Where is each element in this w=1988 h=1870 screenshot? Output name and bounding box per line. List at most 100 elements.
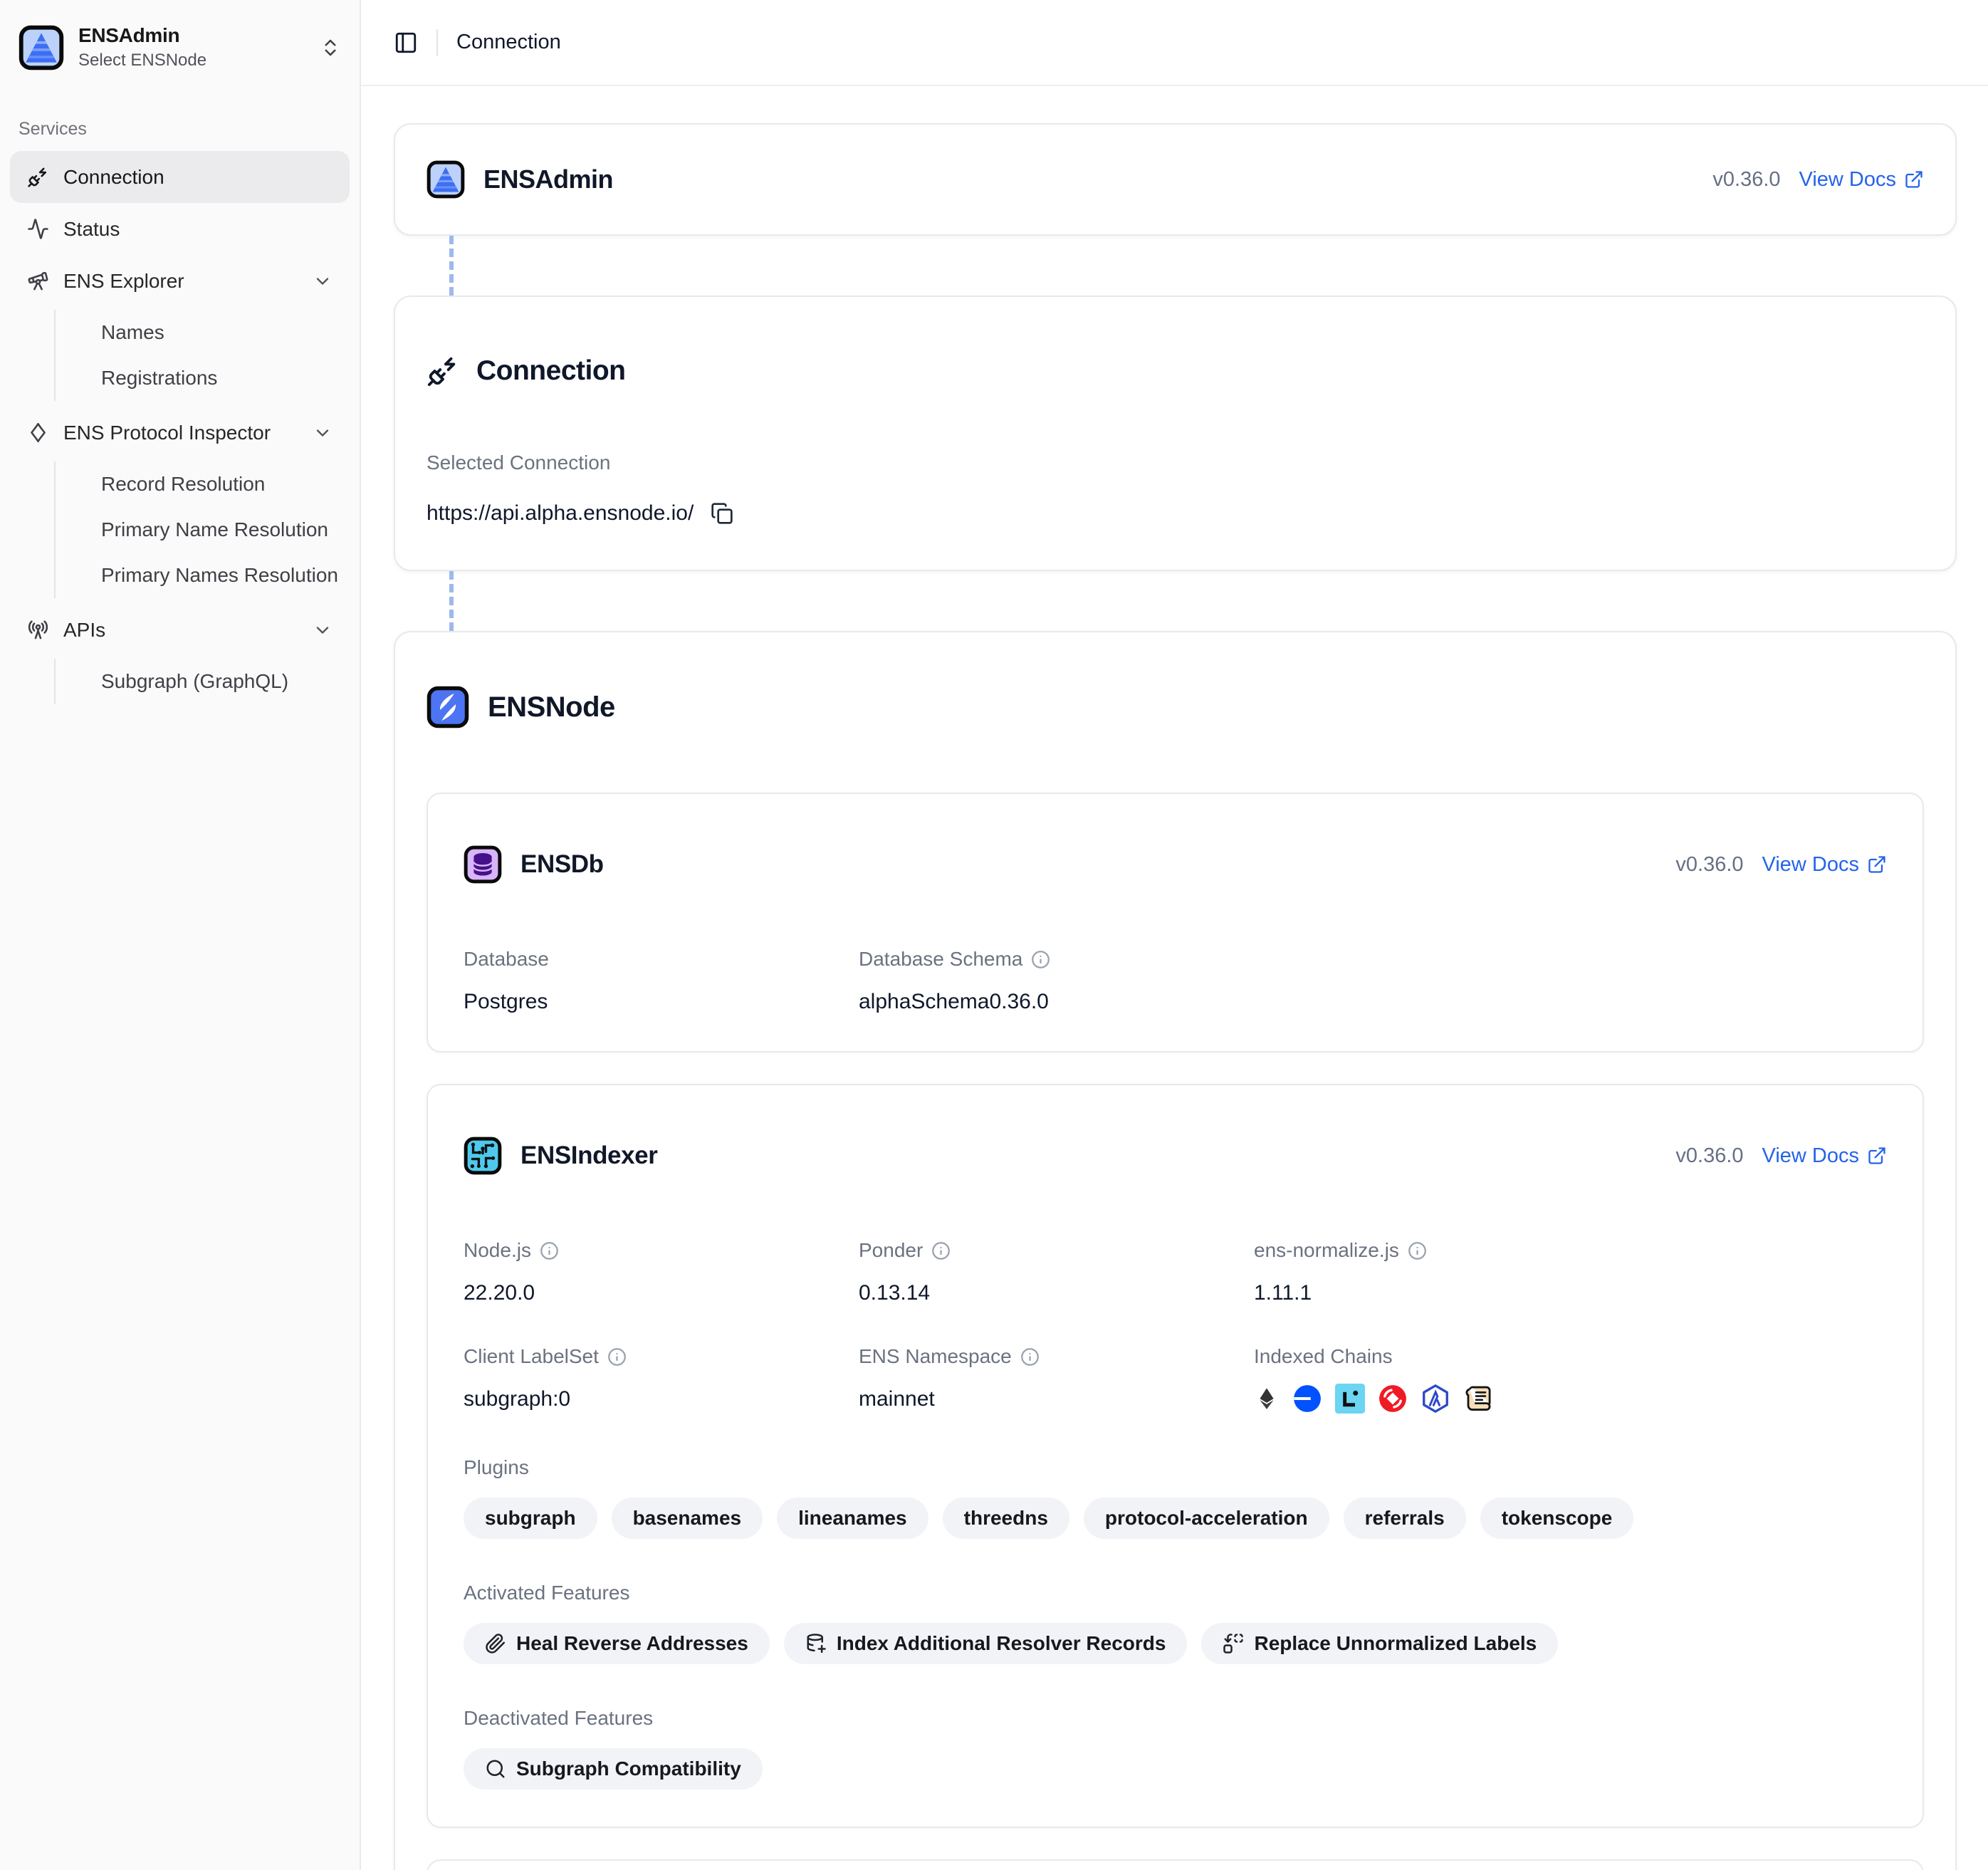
- ensnode-logo: [427, 686, 469, 728]
- plug-zap-icon: [27, 166, 49, 188]
- plug-zap-icon: [427, 355, 459, 387]
- sidebar-item-record-resolution[interactable]: Record Resolution: [56, 461, 350, 507]
- copy-icon[interactable]: [711, 502, 733, 525]
- section-title: Connection: [476, 355, 625, 387]
- replace-icon: [1223, 1633, 1244, 1654]
- sidebar: ENSAdmin Select ENSNode Services Connect…: [0, 0, 361, 1870]
- app-root: ENSAdmin Select ENSNode Services Connect…: [0, 0, 1988, 1870]
- app-name: ENSAdmin: [78, 24, 206, 47]
- feature-badge: Index Additional Resolver Records: [784, 1623, 1188, 1664]
- connection-url: https://api.alpha.ensnode.io/: [427, 501, 694, 526]
- sidebar-item-ens-explorer[interactable]: ENS Explorer: [10, 255, 350, 307]
- info-icon[interactable]: [607, 1347, 627, 1367]
- field-client-labelset: Client LabelSet subgraph:0: [464, 1345, 859, 1411]
- card-title: ENSDb: [520, 850, 604, 879]
- chevron-down-icon[interactable]: [313, 423, 333, 443]
- sidebar-item-ens-protocol-inspector[interactable]: ENS Protocol Inspector: [10, 407, 350, 459]
- app-subtitle: Select ENSNode: [78, 51, 206, 70]
- chain-icon-scroll: [1463, 1384, 1493, 1414]
- sidebar-item-registrations[interactable]: Registrations: [56, 355, 350, 401]
- feature-badge: Heal Reverse Addresses: [464, 1623, 770, 1664]
- card-title: ENSIndexer: [520, 1142, 657, 1170]
- connector-line: [449, 236, 454, 296]
- ens-diamond-icon: [27, 422, 49, 444]
- view-docs-link[interactable]: View Docs: [1762, 853, 1887, 877]
- apis-subnav: Subgraph (GraphQL): [54, 659, 350, 704]
- plugin-badge: protocol-acceleration: [1084, 1498, 1329, 1539]
- field-indexed-chains: Indexed Chains: [1254, 1345, 1887, 1414]
- info-icon[interactable]: [1020, 1347, 1040, 1367]
- connection-card: Connection Selected Connection https://a…: [394, 296, 1957, 571]
- ensdb-logo: [464, 845, 502, 884]
- field-value: Postgres: [464, 990, 859, 1014]
- external-link-icon: [1867, 1146, 1887, 1166]
- plugins-block: Plugins subgraph basenames lineanames th…: [464, 1456, 1887, 1539]
- info-icon[interactable]: [540, 1241, 559, 1260]
- plugin-badge: threedns: [943, 1498, 1069, 1539]
- section-title: ENSNode: [488, 691, 615, 724]
- chain-icon-optimism: [1378, 1384, 1408, 1414]
- sidebar-nav: Connection Status ENS Explorer Names Reg…: [10, 151, 350, 710]
- page-content: ENSAdmin v0.36.0 View Docs Connection S: [361, 86, 1988, 1870]
- view-docs-link[interactable]: View Docs: [1799, 168, 1924, 192]
- ensadmin-logo: [427, 160, 465, 199]
- external-link-icon: [1867, 855, 1887, 874]
- ens-explorer-subnav: Names Registrations: [54, 310, 350, 401]
- chevron-down-icon[interactable]: [313, 271, 333, 291]
- info-icon[interactable]: [931, 1241, 951, 1260]
- field-ens-namespace: ENS Namespace mainnet: [859, 1345, 1254, 1411]
- ensadmin-card: ENSAdmin v0.36.0 View Docs: [394, 123, 1957, 236]
- sidebar-item-names[interactable]: Names: [56, 310, 350, 355]
- chain-icon-linea: [1335, 1384, 1365, 1414]
- field-ens-normalize: ens-normalize.js 1.11.1: [1254, 1239, 1887, 1305]
- chain-icon-base: [1292, 1384, 1322, 1414]
- card-title: ENSAdmin: [483, 164, 613, 194]
- deactivated-features-block: Deactivated Features Subgraph Compatibil…: [464, 1707, 1887, 1790]
- chevron-down-icon[interactable]: [313, 620, 333, 640]
- topbar: Connection: [361, 0, 1988, 86]
- ensrainbow-card: ENSRainbow v0.36.0 View Docs: [427, 1859, 1924, 1870]
- paperclip-icon: [485, 1633, 506, 1654]
- external-link-icon: [1904, 169, 1924, 189]
- plugin-badge: referrals: [1344, 1498, 1466, 1539]
- info-icon[interactable]: [1408, 1241, 1427, 1260]
- sidebar-item-primary-name-resolution[interactable]: Primary Name Resolution: [56, 507, 350, 553]
- view-docs-link[interactable]: View Docs: [1762, 1144, 1887, 1168]
- plugin-badge: tokenscope: [1480, 1498, 1634, 1539]
- services-section-label: Services: [10, 119, 350, 140]
- topbar-divider: [436, 29, 438, 56]
- selected-connection-label: Selected Connection: [427, 451, 1924, 474]
- main-area: Connection ENSAdmin: [361, 0, 1988, 1870]
- version-badge: v0.36.0: [1675, 1144, 1743, 1168]
- sidebar-item-primary-names-resolution[interactable]: Primary Names Resolution: [56, 553, 350, 598]
- sidebar-item-connection[interactable]: Connection: [10, 151, 350, 203]
- sidebar-item-apis[interactable]: APIs: [10, 604, 350, 656]
- deactivated-features-label: Deactivated Features: [464, 1707, 653, 1730]
- protocol-inspector-subnav: Record Resolution Primary Name Resolutio…: [54, 461, 350, 598]
- ensnode-selector[interactable]: ENSAdmin Select ENSNode: [10, 19, 350, 76]
- plugins-list: subgraph basenames lineanames threedns p…: [464, 1498, 1887, 1539]
- sidebar-item-status[interactable]: Status: [10, 203, 350, 255]
- panel-left-icon[interactable]: [394, 31, 418, 55]
- breadcrumb: Connection: [456, 31, 561, 54]
- feature-badge: Subgraph Compatibility: [464, 1748, 763, 1790]
- indexed-chains-row: [1254, 1384, 1887, 1414]
- activated-features-list: Heal Reverse Addresses Index Additional …: [464, 1623, 1887, 1664]
- sidebar-item-label: APIs: [63, 619, 105, 642]
- plugin-badge: subgraph: [464, 1498, 597, 1539]
- sidebar-item-label: ENS Explorer: [63, 270, 184, 293]
- chain-icon-ethereum: [1255, 1384, 1278, 1414]
- plugin-badge: lineanames: [777, 1498, 928, 1539]
- connector-line: [449, 571, 454, 631]
- field-ponder: Ponder 0.13.14: [859, 1239, 1254, 1305]
- activated-features-block: Activated Features Heal Reverse Addresse…: [464, 1582, 1887, 1664]
- version-badge: v0.36.0: [1675, 853, 1743, 877]
- field-database-schema: Database Schema alphaSchema0.36.0: [859, 948, 1254, 1014]
- search-icon: [485, 1758, 506, 1780]
- sidebar-item-label: Status: [63, 218, 120, 241]
- chevrons-up-down-icon[interactable]: [320, 37, 341, 58]
- ensnode-card: ENSNode: [394, 631, 1957, 1870]
- version-badge: v0.36.0: [1712, 168, 1780, 192]
- info-icon[interactable]: [1031, 950, 1050, 969]
- sidebar-item-subgraph-graphql[interactable]: Subgraph (GraphQL): [56, 659, 350, 704]
